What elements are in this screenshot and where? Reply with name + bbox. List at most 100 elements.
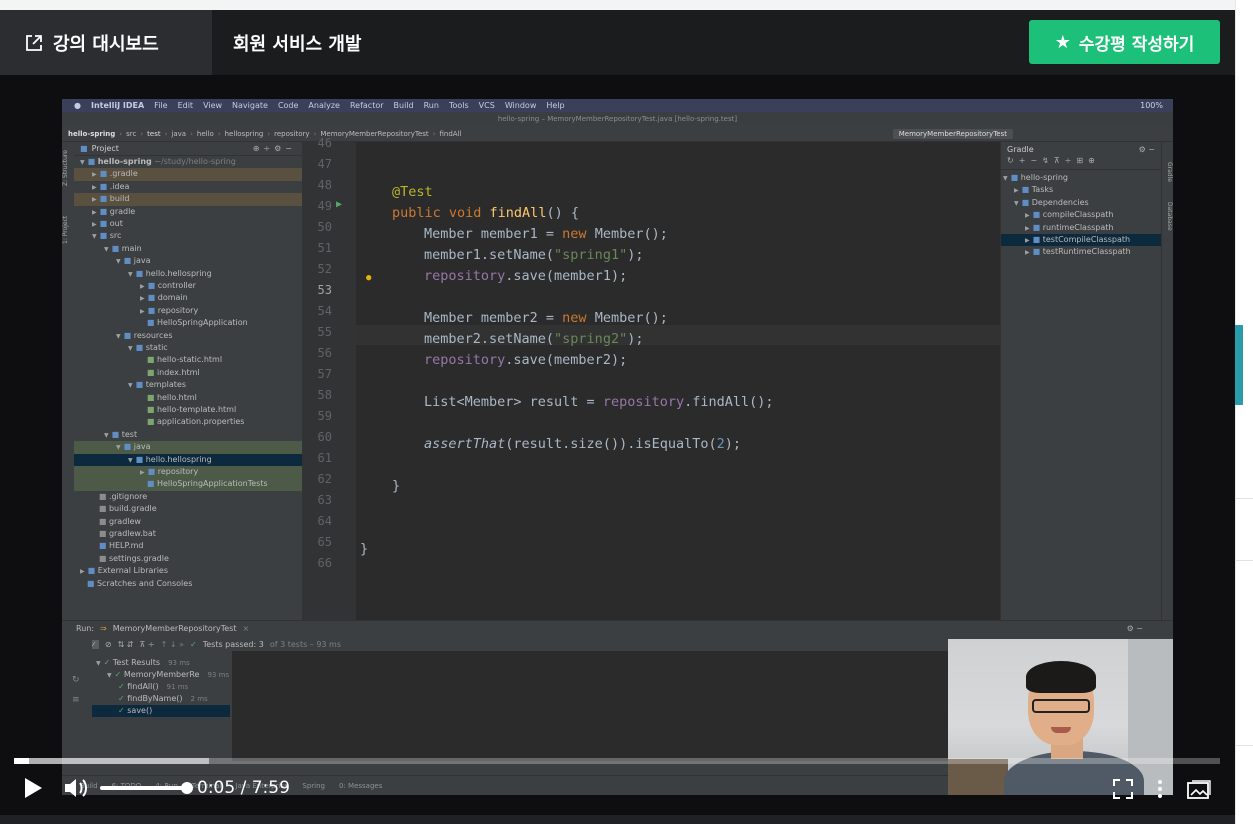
gradle-tree-item[interactable]: ▶ ■ compileClasspath <box>1025 209 1114 221</box>
file-icon: ■ <box>98 516 109 526</box>
fullscreen-icon[interactable] <box>1112 778 1134 800</box>
video-progress-bar[interactable] <box>14 758 1220 764</box>
project-tree-item[interactable]: ▶ ■ repository <box>140 466 198 478</box>
project-tree-item[interactable]: ■ gradlew.bat <box>92 528 156 540</box>
gradle-tree-item[interactable]: ▶ ■ Tasks <box>1014 184 1053 196</box>
test-name: findByName() <box>127 694 183 703</box>
project-tree-item[interactable]: ▶ ■ build <box>92 193 129 205</box>
folder-icon: ■ <box>123 442 134 452</box>
nav-icon: ↑ ↓ » <box>160 639 185 649</box>
volume-slider[interactable] <box>100 786 188 790</box>
project-tree-item[interactable]: ▶ ■ repository <box>140 305 198 317</box>
project-tree-item[interactable]: ▼ ■ hello.hellospring <box>128 268 212 280</box>
line-number: 57 <box>317 367 332 381</box>
project-tree-item[interactable]: ▶ ■ out <box>92 218 123 230</box>
project-tree-item[interactable]: ▼ ■ src <box>92 230 121 242</box>
test-result-item[interactable]: ✓ findByName() 2 ms <box>118 693 208 705</box>
menu-item: Help <box>546 101 565 110</box>
gradle-tree-item[interactable]: ▼ ■ hello-spring <box>1003 172 1068 184</box>
write-review-button[interactable]: ★ 수강평 작성하기 <box>1029 20 1220 64</box>
project-tree-item[interactable]: ■ settings.gradle <box>92 553 169 565</box>
project-tree-item[interactable]: ▼ ■ main <box>104 243 142 255</box>
check-icon: ✓ <box>103 658 113 667</box>
test-result-item[interactable]: ✓ save() <box>118 705 152 717</box>
project-tree-item[interactable]: ▼ ■ java <box>116 441 151 453</box>
chevron-down-icon: ▼ <box>128 270 133 278</box>
project-tree-item[interactable]: ■ Scratches and Consoles <box>80 578 193 590</box>
project-tree-item[interactable]: ■ HELP.md <box>92 540 144 552</box>
tree-item-label: .gradle <box>109 169 138 179</box>
tree-item-label: index.html <box>156 367 200 377</box>
strip-label: Z: Structure <box>62 150 69 186</box>
test-result-item[interactable]: ✓ findAll() 91 ms <box>118 681 188 693</box>
gradle-tree-item[interactable]: ▼ ■ Dependencies <box>1014 197 1089 209</box>
project-tree-item[interactable]: ■ index.html <box>140 367 200 379</box>
gradle-icon: ■ <box>1010 173 1021 182</box>
gradle-title: Gradle <box>1007 144 1034 154</box>
run-tab-icon: ⇒ <box>100 623 107 633</box>
project-tree-item[interactable]: ▼ ■ test <box>104 429 137 441</box>
gradle-tree-item[interactable]: ▶ ■ runtimeClasspath <box>1025 222 1113 234</box>
tree-item-label: gradlew <box>108 516 141 526</box>
side-divider <box>1236 745 1253 746</box>
crumb: MemoryMemberRepositoryTest <box>320 129 429 138</box>
project-tree-item[interactable]: ■ HelloSpringApplicationTests <box>140 478 268 490</box>
chevron-down-icon: ▼ <box>128 382 133 390</box>
chevron-down-icon: ▼ <box>104 431 109 439</box>
line-number: 62 <box>317 472 332 486</box>
lightbulb-icon: ● <box>366 273 372 283</box>
class-icon: ■ <box>146 479 157 489</box>
project-tree-item[interactable]: ■ .gitignore <box>92 491 147 503</box>
project-tree-item[interactable]: ■ build.gradle <box>92 503 157 515</box>
apple-icon: ● <box>74 101 81 110</box>
project-tree-item[interactable]: ▶ ■ controller <box>140 280 196 292</box>
project-tree-item[interactable]: ■ HelloSpringApplication <box>140 317 248 329</box>
project-tree-item[interactable]: ▼ ■ templates <box>128 379 186 391</box>
project-tree-item[interactable]: ■ application.properties <box>140 416 245 428</box>
picture-icon[interactable] <box>1186 779 1212 801</box>
project-tree-item[interactable]: ▶ ■ .gradle <box>92 168 138 180</box>
test-time: 91 ms <box>166 683 189 691</box>
project-tree-item[interactable]: ▶ ■ .idea <box>92 181 129 193</box>
test-result-item[interactable]: ▼ ✓ MemoryMemberRe 93 ms <box>107 669 229 681</box>
project-tree-item[interactable]: ▶ ■ External Libraries <box>80 565 168 577</box>
project-tree-item[interactable]: ■ hello-static.html <box>140 354 222 366</box>
chevron-right-icon: ▶ <box>1025 237 1030 244</box>
tree-item-label: controller <box>157 281 196 290</box>
menu-item: Run <box>423 101 439 110</box>
project-tree-item[interactable]: ■ hello-template.html <box>140 404 236 416</box>
play-icon[interactable] <box>22 776 44 800</box>
volume-icon[interactable] <box>63 776 89 800</box>
test-result-item[interactable]: ▼ ✓ Test Results 93 ms <box>96 657 190 669</box>
project-tree-item[interactable]: ▼ ■ resources <box>116 330 173 342</box>
tree-item-label: java <box>133 442 151 452</box>
project-tree-item[interactable]: ▶ ■ gradle <box>92 206 135 218</box>
chevron-right-icon: ▶ <box>1014 187 1019 195</box>
tool-window-tab[interactable]: 0: Messages <box>339 782 382 790</box>
panel-tools-icon: ⊕÷⚙− <box>252 144 296 153</box>
project-tree-item[interactable]: ■ hello.html <box>140 392 197 404</box>
more-icon[interactable] <box>1152 778 1168 800</box>
strip-label: 1: Project <box>62 215 69 245</box>
gradle-tree-item[interactable]: ▶ ■ testRuntimeClasspath <box>1025 246 1131 258</box>
volume-slider-knob[interactable] <box>181 782 193 794</box>
project-tree-item[interactable]: ■ gradlew <box>92 516 141 528</box>
run-panel-header: Run: ⇒ MemoryMemberRepositoryTest × ⚙ − <box>62 621 1173 635</box>
project-tree-item[interactable]: ▼ ■ static <box>128 342 168 354</box>
gradle-tree-item[interactable]: ▶ ■ testCompileClasspath <box>1025 234 1130 246</box>
package-icon: ■ <box>147 281 158 290</box>
project-tree-item[interactable]: ▼ ■ hello-spring ~/study/hello-spring <box>80 156 236 168</box>
project-tree-item[interactable]: ▼ ■ hello.hellospring <box>128 454 212 466</box>
dashboard-link[interactable]: 강의 대시보드 <box>0 10 212 75</box>
time-display: 0:05 / 7:59 <box>197 778 290 798</box>
project-tree-item[interactable]: ▼ ■ java <box>116 255 151 267</box>
folder-icon: ■ <box>123 330 134 340</box>
run-gutter-icon[interactable]: ▶ <box>336 199 342 210</box>
check-icon: ✓ <box>118 694 128 703</box>
line-number: 52 <box>317 262 332 276</box>
project-tree-item[interactable]: ▶ ■ domain <box>140 292 188 304</box>
tool-window-tab[interactable]: Spring <box>302 782 325 790</box>
run-toolbar: ▶ ✓ ⊘ ⇅ ⇵ ⊼ ÷ ↑ ↓ » ✓ Tests passed: 3 of… <box>76 637 341 651</box>
